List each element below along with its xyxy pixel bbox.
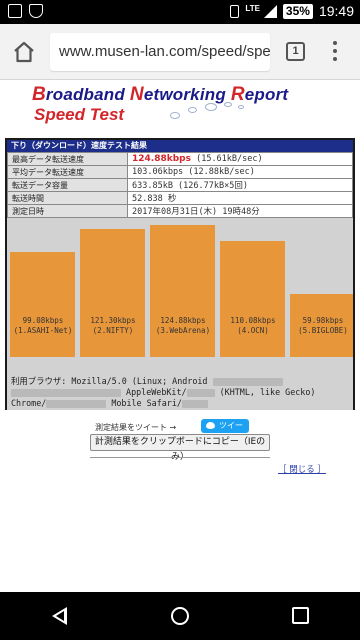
bubbles-decoration — [150, 102, 330, 124]
banner-subtitle: Speed Test — [34, 105, 125, 124]
panel-title: 下り（ダウンロード）速度テスト結果 — [7, 140, 353, 152]
vibrate-icon — [230, 4, 240, 18]
redacted-block — [11, 388, 121, 397]
system-nav-bar — [0, 592, 360, 640]
bar-label-line: (4.OCN) — [237, 326, 269, 335]
ua-line3b: Mobile Safari/ — [111, 398, 182, 408]
tweet-row: 測定結果をツイート → ツイート — [0, 418, 360, 444]
tweet-prompt: 測定結果をツイート → — [95, 423, 177, 432]
max-speed-value: 124.88kbps — [132, 154, 191, 164]
row-value: 52.838 秒 — [127, 191, 353, 205]
max-speed-detail: (15.61kB/sec) — [190, 154, 263, 164]
table-row: 平均データ転送速度 103.06kbps (12.88kB/sec) — [7, 165, 353, 179]
table-row: 最高データ転送速度 124.88kbps (15.61kB/sec) — [7, 152, 353, 166]
home-icon[interactable] — [12, 40, 36, 64]
bar-label: 99.08kbps (1.ASAHI-Net) — [8, 316, 78, 336]
browser-toolbar: www.musen-lan.com/speed/spee 1 — [0, 24, 360, 80]
row-value: 2017年08月31日(木) 19時48分 — [127, 204, 353, 218]
signal-icon — [263, 4, 277, 18]
clock: 19:49 — [318, 3, 354, 19]
ua-line2b: (KHTML, like Gecko) — [219, 387, 316, 397]
row-value: 103.06kbps (12.88kB/sec) — [127, 165, 353, 179]
row-value: 633.85kB (126.77kB×5回) — [127, 178, 353, 192]
ua-line3a: Chrome/ — [11, 398, 47, 408]
row-label: 平均データ転送速度 — [7, 165, 128, 179]
ua-line2a: AppleWebKit/ — [126, 387, 187, 397]
bar-label-line: 59.98kbps — [302, 316, 344, 325]
redacted-block — [186, 388, 215, 397]
user-agent-info: 利用ブラウザ: Mozilla/5.0 (Linux; Android Appl… — [7, 376, 353, 410]
ua-line1: 利用ブラウザ: Mozilla/5.0 (Linux; Android — [11, 376, 208, 386]
bar-label-line: (3.WebArena) — [155, 326, 211, 335]
bar-label-line: (5.BIGLOBE) — [298, 326, 348, 335]
tweet-button[interactable]: ツイート — [201, 419, 249, 444]
image-notification-icon — [8, 4, 22, 18]
copy-to-clipboard-button[interactable]: 計測結果をクリップボードにコピー（IEのみ） — [90, 434, 270, 462]
row-label: 転送データ容量 — [7, 178, 128, 192]
redacted-block — [181, 399, 208, 408]
site-banner: Broadband Networking Report Speed Test — [30, 84, 330, 128]
battery-indicator: 35% — [282, 3, 313, 19]
close-link[interactable]: ［ 閉じる ］ — [278, 463, 326, 475]
bar-label-line: 110.08kbps — [230, 316, 276, 325]
row-label: 測定日時 — [7, 204, 128, 218]
recent-apps-icon[interactable] — [292, 607, 309, 624]
shield-notification-icon — [29, 4, 43, 18]
row-label: 最高データ転送速度 — [7, 152, 128, 166]
row-label: 転送時間 — [7, 191, 128, 205]
redacted-block — [212, 377, 283, 386]
twitter-bird-icon — [206, 422, 215, 429]
table-row: 転送時間 52.838 秒 — [7, 191, 353, 205]
status-bar: LTE 35% 19:49 — [0, 0, 360, 24]
tab-switcher-button[interactable]: 1 — [286, 42, 305, 61]
bar-label-line: 121.30kbps — [90, 316, 136, 325]
redacted-block — [46, 399, 107, 408]
overflow-menu-icon[interactable] — [332, 41, 338, 63]
results-table: 最高データ転送速度 124.88kbps (15.61kB/sec) 平均データ… — [7, 152, 353, 218]
back-icon[interactable] — [52, 607, 67, 625]
table-row: 測定日時 2017年08月31日(木) 19時48分 — [7, 204, 353, 218]
row-value: 124.88kbps (15.61kB/sec) — [127, 152, 353, 166]
network-type: LTE — [245, 4, 260, 13]
divider — [90, 457, 270, 458]
results-panel: 下り（ダウンロード）速度テスト結果 最高データ転送速度 124.88kbps (… — [5, 138, 355, 410]
bar-label: 59.98kbps (5.BIGLOBE) — [288, 316, 358, 336]
home-circle-icon[interactable] — [171, 607, 189, 625]
bar-label: 124.88kbps (3.WebArena) — [148, 316, 218, 336]
bar-label-line: (2.NIFTY) — [92, 326, 134, 335]
bar-label-line: 99.08kbps — [22, 316, 64, 325]
bar-labels: 99.08kbps (1.ASAHI-Net) 121.30kbps (2.NIFTY… — [7, 316, 353, 346]
bar-label: 110.08kbps (4.OCN) — [218, 316, 288, 336]
bar-label-line: (1.ASAHI-Net) — [13, 326, 73, 335]
table-row: 転送データ容量 633.85kB (126.77kB×5回) — [7, 178, 353, 192]
address-bar[interactable]: www.musen-lan.com/speed/spee — [50, 33, 270, 71]
bar-label: 121.30kbps (2.NIFTY) — [78, 316, 148, 336]
bar-label-line: 124.88kbps — [160, 316, 206, 325]
